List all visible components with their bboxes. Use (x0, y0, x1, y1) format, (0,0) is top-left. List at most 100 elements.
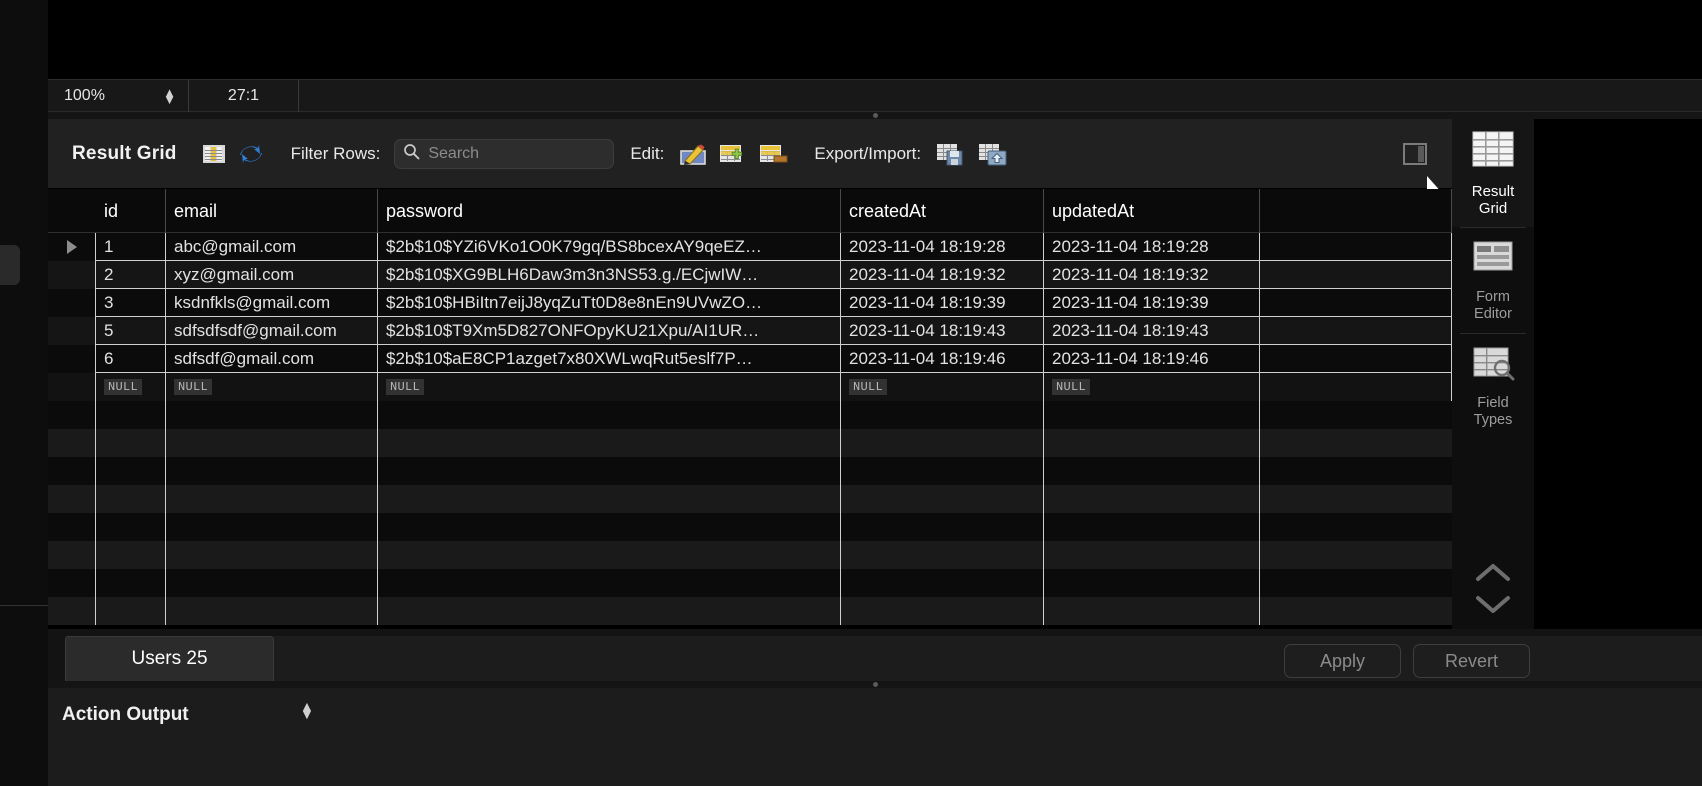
empty-cell (166, 513, 378, 541)
cell-filler[interactable] (1260, 233, 1452, 261)
splitter-handle-bottom[interactable] (48, 681, 1702, 688)
cell-email[interactable]: xyz@gmail.com (166, 261, 378, 289)
edit-row-icon[interactable] (678, 140, 708, 168)
grid-header-email[interactable]: email (166, 189, 378, 233)
rail-item-field-types[interactable]: Field Types (1452, 334, 1534, 439)
sql-editor-area[interactable] (48, 0, 1702, 80)
cell-filler[interactable] (1260, 345, 1452, 373)
cell-createdat[interactable]: 2023-11-04 18:19:46 (841, 345, 1044, 373)
chevron-up-icon[interactable] (1472, 561, 1514, 590)
grid-action-buttons: Apply Revert (1284, 644, 1530, 678)
empty-grid-row (48, 597, 1452, 625)
placeholder-cell-id[interactable]: NULL (96, 373, 166, 401)
grid-columns-icon[interactable] (201, 141, 227, 167)
table-row[interactable]: 1 abc@gmail.com $2b$10$YZi6VKo1O0K79gq/BS8… (48, 233, 1452, 261)
filter-rows-search-box[interactable] (394, 138, 615, 169)
cell-filler[interactable] (1260, 317, 1452, 345)
placeholder-cell-password[interactable]: NULL (378, 373, 841, 401)
cell-createdat[interactable]: 2023-11-04 18:19:32 (841, 261, 1044, 289)
insert-row-icon[interactable] (718, 140, 748, 168)
result-data-grid[interactable]: id email password createdAt updatedAt 1a… (48, 189, 1452, 629)
cell-password[interactable]: $2b$10$T9Xm5D827ONFOpyKU21Xpu/AI1UR… (378, 317, 841, 345)
toggle-side-panel-icon[interactable] (1402, 142, 1428, 166)
row-gutter[interactable] (48, 373, 96, 401)
empty-cell (48, 429, 96, 457)
cell-email[interactable]: abc@gmail.com (166, 233, 378, 261)
cell-password[interactable]: $2b$10$XG9BLH6Daw3m3n3NS53.g./ECjwIW… (378, 261, 841, 289)
resultset-tab-users[interactable]: Users 25 (65, 636, 274, 681)
grid-header-password[interactable]: password (378, 189, 841, 233)
empty-cell (841, 541, 1044, 569)
apply-button[interactable]: Apply (1284, 644, 1401, 678)
search-input[interactable] (428, 144, 606, 163)
grid-header-createdat[interactable]: createdAt (841, 189, 1044, 233)
cell-createdat[interactable]: 2023-11-04 18:19:39 (841, 289, 1044, 317)
row-gutter[interactable] (48, 233, 96, 261)
zoom-stepper-icon[interactable]: ▲ ▼ (163, 86, 176, 106)
empty-cell (841, 429, 1044, 457)
delete-row-icon[interactable] (758, 140, 788, 168)
cell-id[interactable]: 6 (96, 345, 166, 373)
row-gutter[interactable] (48, 345, 96, 373)
grid-header-updatedat[interactable]: updatedAt (1044, 189, 1260, 233)
cell-updatedat[interactable]: 2023-11-04 18:19:43 (1044, 317, 1260, 345)
empty-cell (841, 401, 1044, 429)
empty-cell (378, 569, 841, 597)
cell-updatedat[interactable]: 2023-11-04 18:19:28 (1044, 233, 1260, 261)
cell-password[interactable]: $2b$10$aE8CP1azget7x80XWLwqRut5eslf7P… (378, 345, 841, 373)
table-row[interactable]: 5 sdfsdfsdf@gmail.com $2b$10$T9Xm5D827ONFO… (48, 317, 1452, 345)
cell-filler[interactable] (1260, 289, 1452, 317)
empty-cell (1044, 541, 1260, 569)
cell-id[interactable]: 3 (96, 289, 166, 317)
cell-filler[interactable] (1260, 261, 1452, 289)
table-row[interactable]: 3 ksdnfkls@gmail.com $2b$10$HBiItn7eijJ8yq… (48, 289, 1452, 317)
grid-body[interactable]: 1 abc@gmail.com $2b$10$YZi6VKo1O0K79gq/BS8… (48, 233, 1452, 625)
cell-id[interactable]: 5 (96, 317, 166, 345)
empty-cell (96, 485, 166, 513)
empty-cell (378, 429, 841, 457)
empty-grid-row (48, 429, 1452, 457)
cell-email[interactable]: ksdnfkls@gmail.com (166, 289, 378, 317)
new-record-placeholder-row[interactable]: NULL NULL NULL NULL NULL (48, 373, 1452, 401)
mysql-workbench-result-grid-window: 100% ▲ ▼ 27:1 Result Grid Filter Rows: S… (0, 0, 1702, 786)
empty-grid-row (48, 541, 1452, 569)
collapsed-sidebar-stub[interactable] (0, 245, 20, 285)
table-row[interactable]: 2 xyz@gmail.com $2b$10$XG9BLH6Daw3m3n3NS53… (48, 261, 1452, 289)
search-icon (403, 143, 420, 165)
row-gutter[interactable] (48, 317, 96, 345)
row-gutter[interactable] (48, 289, 96, 317)
cell-updatedat[interactable]: 2023-11-04 18:19:39 (1044, 289, 1260, 317)
cell-email[interactable]: sdfsdfsdf@gmail.com (166, 317, 378, 345)
splitter-handle-top[interactable] (48, 112, 1702, 119)
cell-id[interactable]: 1 (96, 233, 166, 261)
placeholder-cell-updatedat[interactable]: NULL (1044, 373, 1260, 401)
cell-email[interactable]: sdfsdf@gmail.com (166, 345, 378, 373)
cell-updatedat[interactable]: 2023-11-04 18:19:46 (1044, 345, 1260, 373)
cell-createdat[interactable]: 2023-11-04 18:19:43 (841, 317, 1044, 345)
cell-id[interactable]: 2 (96, 261, 166, 289)
cell-updatedat[interactable]: 2023-11-04 18:19:32 (1044, 261, 1260, 289)
zoom-level-control[interactable]: 100% ▲ ▼ (48, 79, 189, 112)
cell-createdat[interactable]: 2023-11-04 18:19:28 (841, 233, 1044, 261)
cell-password[interactable]: $2b$10$YZi6VKo1O0K79gq/BS8bcexAY9qeEZ… (378, 233, 841, 261)
table-row[interactable]: 6 sdfsdf@gmail.com $2b$10$aE8CP1azget7x80X… (48, 345, 1452, 373)
refresh-icon[interactable] (237, 141, 265, 167)
cell-filler[interactable] (1260, 373, 1452, 401)
empty-cell (1260, 513, 1452, 541)
cell-password[interactable]: $2b$10$HBiItn7eijJ8yqZuTt0D8e8nEn9UVwZO… (378, 289, 841, 317)
empty-cell (48, 457, 96, 485)
result-grid-icon (1469, 129, 1517, 177)
field-types-icon (1469, 344, 1517, 389)
rail-item-result-grid[interactable]: Result Grid (1452, 119, 1534, 227)
revert-button[interactable]: Revert (1413, 644, 1530, 678)
placeholder-cell-createdat[interactable]: NULL (841, 373, 1044, 401)
export-recordset-icon[interactable] (935, 140, 967, 168)
action-output-stepper-icon[interactable]: ▲ ▼ (300, 699, 314, 721)
placeholder-cell-email[interactable]: NULL (166, 373, 378, 401)
chevron-down-icon[interactable] (1472, 592, 1514, 621)
rail-item-form-editor[interactable]: Form Editor (1452, 228, 1534, 333)
row-gutter[interactable] (48, 261, 96, 289)
import-recordset-icon[interactable] (977, 140, 1009, 168)
grid-header-id[interactable]: id (96, 189, 166, 233)
left-gutter (0, 0, 48, 786)
